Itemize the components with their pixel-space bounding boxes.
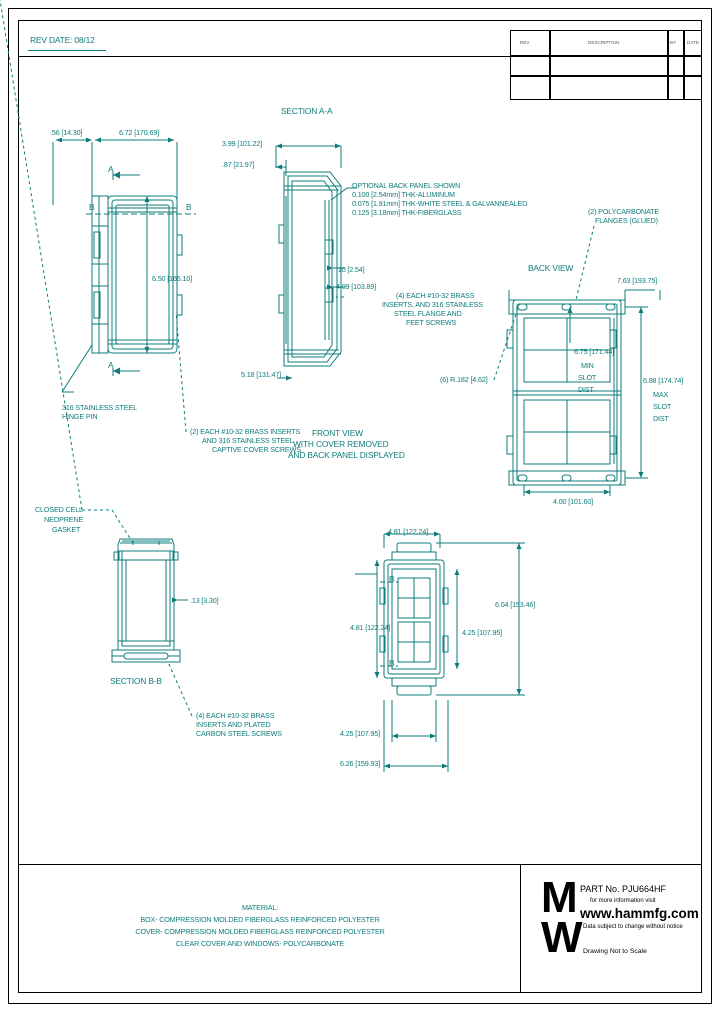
callout-carbon-screw-line3: CARBON STEEL SCREWS <box>196 729 282 738</box>
titleblock-rev-row2 <box>510 56 550 76</box>
material-line3: CLEAR COVER AND WINDOWS- POLYCARBONATE <box>175 939 345 948</box>
sheet-border-inner <box>18 20 702 993</box>
titleblock-rev-row3 <box>510 76 550 100</box>
dim-side-depth: .56 [14.30] <box>50 128 83 137</box>
dim-sec-aa-small: .10 [2.54] <box>336 265 365 274</box>
dim-front-inner-h: 4.25 [107.95] <box>462 628 503 637</box>
material-title: MATERIAL: <box>241 903 279 912</box>
section-mark-b-front-left: B <box>389 574 395 584</box>
section-mark-a-bottom: A <box>108 360 114 370</box>
dim-side-height: 6.50 [165.10] <box>152 274 193 283</box>
bottom-block-divider <box>520 864 521 993</box>
dim-front-left-h: 4.81 [122.24] <box>350 623 391 632</box>
rev-date-underline <box>28 50 106 51</box>
dim-back-min-slot: 6.75 [171.44] <box>574 347 615 356</box>
disclaimer-text: Data subject to change without notice <box>583 924 683 930</box>
logo-letter-w: W <box>541 913 582 962</box>
callout-flange-screw-line4: FEET SCREWS <box>406 318 457 327</box>
titleblock-rev-cell <box>510 30 550 56</box>
titleblock-by-header: BY <box>670 40 677 45</box>
callout-polycarb-line2: FLANGES (GLUED) <box>595 216 658 225</box>
callout-gasket-line1: CLOSED CELL <box>35 505 83 514</box>
titleblock-desc-row3 <box>550 76 668 100</box>
section-mark-a-top: A <box>108 164 114 174</box>
part-number: PART No. PJU664HF <box>580 884 667 894</box>
dim-back-min-slot-l1: MIN <box>581 361 594 370</box>
callout-back-panel-line3: 0.125 [3.18mm] THK-FIBERGLASS <box>352 208 462 217</box>
label-back-view: BACK VIEW <box>528 263 574 273</box>
drawing-sheet: REV DATE: 08/12 REV DESCRIPTION BY DATE … <box>0 0 720 1012</box>
callout-gasket-line2: NEOPRENE <box>44 515 84 524</box>
label-front-view-line3: AND BACK PANEL DISPLAYED <box>288 450 405 460</box>
dim-back-max-slot: 6.88 [174.74] <box>643 376 684 385</box>
dim-back-width: 7.63 [193.75] <box>617 276 658 285</box>
dim-back-max-slot-l3: DIST <box>653 414 669 423</box>
label-front-view-line2: WITH COVER REMOVED <box>293 439 389 449</box>
info-text: for more information visit <box>590 898 656 904</box>
dim-back-bottom: 4.00 [101.60] <box>553 497 594 506</box>
bottom-divider-rule <box>19 864 702 865</box>
titleblock-date-row2 <box>684 56 702 76</box>
scale-note: Drawing Not to Scale <box>583 948 647 955</box>
dim-back-min-slot-l2: SLOT <box>578 373 597 382</box>
section-mark-b-front-right: B <box>389 658 395 668</box>
website-link[interactable]: www.hammfg.com <box>580 906 699 921</box>
dim-front-right-h: 6.04 [153.46] <box>495 600 536 609</box>
titleblock-by-row2 <box>668 56 684 76</box>
dim-back-max-slot-l1: MAX <box>653 390 669 399</box>
rev-date-label: REV DATE: 08/12 <box>30 35 95 45</box>
dim-sec-aa-inner-h: 4.09 [103.89] <box>336 282 377 291</box>
label-front-view-line1: FRONT VIEW <box>312 428 363 438</box>
callout-hinge-line2: HINGE PIN <box>62 412 98 421</box>
titleblock-date-row3 <box>684 76 702 100</box>
section-mark-b-left: B <box>89 202 95 212</box>
section-mark-b-right: B <box>186 202 192 212</box>
titleblock-desc-row2 <box>550 56 668 76</box>
dim-sec-aa-flange: .87 [21.97] <box>222 160 255 169</box>
titleblock-rev-header: REV <box>520 40 530 45</box>
dim-back-min-slot-l3: DIST <box>578 385 594 394</box>
dim-gasket-thk: .13 [3.30] <box>190 596 219 605</box>
titleblock-by-row3 <box>668 76 684 100</box>
material-line1: BOX- COMPRESSION MOLDED FIBERGLASS REINF… <box>140 915 380 924</box>
dim-sec-aa-width: 3.99 [101.22] <box>222 139 263 148</box>
dim-back-max-slot-l2: SLOT <box>653 402 672 411</box>
label-section-bb: SECTION B-B <box>110 676 162 686</box>
material-line2: COVER- COMPRESSION MOLDED FIBERGLASS REI… <box>135 927 385 936</box>
dim-sec-aa-bottom: 5.18 [131.47] <box>241 370 282 379</box>
dim-back-slot-size: (6) R.182 [4.62] <box>440 375 488 384</box>
titleblock-date-header: DATE <box>687 40 699 45</box>
label-section-aa: SECTION A-A <box>281 106 333 116</box>
callout-gasket-line3: GASKET <box>52 525 81 534</box>
dim-front-top-w: 4.81 [122.24] <box>388 527 429 536</box>
titleblock-desc-header: DESCRIPTION <box>588 40 620 45</box>
dim-front-bot-2: 6.26 [159.93] <box>340 759 381 768</box>
dim-front-bot-1: 4.25 [107.95] <box>340 729 381 738</box>
dim-side-width: 6.72 [170.69] <box>119 128 160 137</box>
